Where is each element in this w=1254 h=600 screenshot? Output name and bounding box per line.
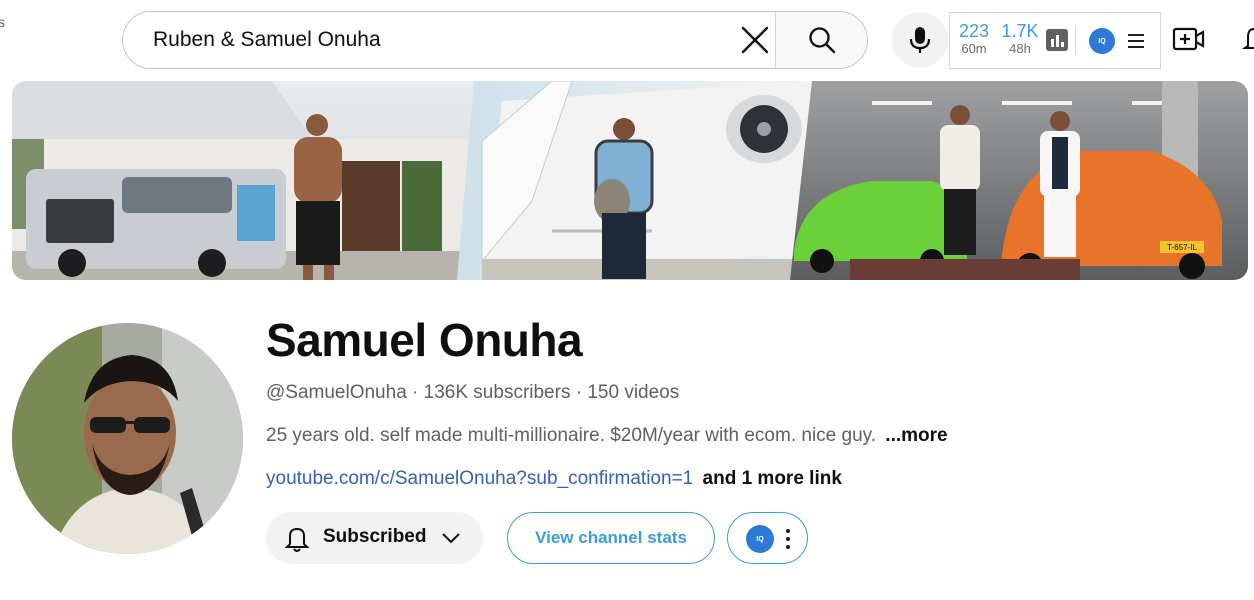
extension-logo-icon[interactable]: IQ [1089, 28, 1115, 54]
subscribed-label: Subscribed [323, 526, 427, 547]
channel-handle: @SamuelOnuha [266, 382, 407, 403]
extension-logo-icon: IQ [746, 525, 774, 553]
menu-icon[interactable] [1126, 31, 1146, 51]
license-plate-text: T-657-IL [1167, 243, 1197, 252]
extension-logo-text: IQ [756, 535, 764, 543]
more-vertical-icon [785, 528, 791, 550]
subscriber-count: 136K subscribers [423, 382, 571, 403]
create-video-icon [1172, 27, 1205, 51]
bell-icon [284, 527, 310, 552]
extension-widget[interactable]: 223 60m 1.7K 48h IQ [949, 12, 1161, 69]
bell-icon [1241, 27, 1254, 49]
views-60m-stat: 223 60m [956, 21, 992, 57]
notifications-button[interactable] [1240, 24, 1254, 54]
views-48h-label: 48h [1009, 41, 1031, 56]
avatar[interactable] [12, 323, 243, 554]
video-count: 150 videos [587, 382, 680, 403]
clear-search-button[interactable] [735, 20, 775, 60]
more-description-link[interactable]: ...more [885, 425, 947, 446]
channel-meta: @SamuelOnuha · 136K subscribers · 150 vi… [266, 382, 679, 404]
channel-name: Samuel Onuha [266, 314, 583, 366]
channel-link[interactable]: youtube.com/c/SamuelOnuha?sub_confirmati… [266, 468, 693, 489]
separator: · [406, 382, 424, 403]
microphone-icon [909, 27, 931, 53]
divider [1075, 27, 1076, 55]
channel-description[interactable]: 25 years old. self made multi-millionair… [266, 425, 948, 447]
extension-logo-text: IQ [1098, 37, 1106, 45]
create-video-button[interactable] [1172, 24, 1206, 54]
views-60m-value: 223 [958, 21, 990, 41]
search-box [122, 11, 868, 69]
channel-links: youtube.com/c/SamuelOnuha?sub_confirmati… [266, 468, 842, 490]
search-input[interactable] [123, 12, 729, 68]
views-48h-stat: 1.7K 48h [998, 21, 1042, 57]
views-48h-value: 1.7K [1001, 21, 1039, 41]
bar-chart-icon[interactable] [1046, 29, 1068, 51]
view-channel-stats-button[interactable]: View channel stats [507, 512, 715, 564]
edge-glyph: s [0, 14, 5, 30]
more-links-link[interactable]: and 1 more link [703, 468, 842, 489]
separator: · [570, 382, 588, 403]
description-text: 25 years old. self made multi-millionair… [266, 425, 877, 446]
search-button[interactable] [775, 12, 867, 68]
voice-search-button[interactable] [892, 12, 948, 68]
extension-options-button[interactable]: IQ [727, 512, 808, 564]
chevron-down-icon [442, 533, 460, 544]
view-channel-stats-label: View channel stats [535, 528, 687, 547]
search-icon [808, 27, 835, 54]
close-icon [741, 26, 769, 54]
channel-banner: T-657-IL [12, 81, 1248, 280]
views-60m-label: 60m [961, 41, 987, 56]
subscribed-button[interactable]: Subscribed [266, 512, 483, 564]
